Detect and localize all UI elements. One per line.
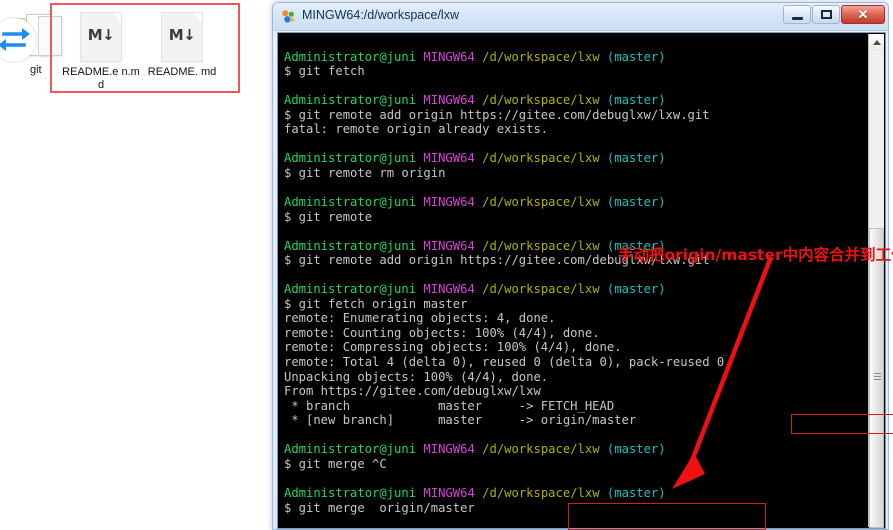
scroll-up-arrow[interactable] xyxy=(869,34,884,51)
git-folder-label: git xyxy=(30,64,42,76)
console-output-area[interactable]: Administrator@juni MINGW64 /d/workspace/… xyxy=(277,32,886,529)
terminal-window: MINGW64:/d/workspace/lxw ✕ Administrator… xyxy=(272,2,893,530)
scrollbar-grip xyxy=(874,373,881,380)
close-button[interactable]: ✕ xyxy=(841,5,885,24)
file-label: README.e n.md xyxy=(62,66,140,91)
scrollbar-thumb[interactable] xyxy=(869,228,884,528)
window-titlebar[interactable]: MINGW64:/d/workspace/lxw ✕ xyxy=(273,3,888,31)
annotation-note: 手动把origin/master中内容合并到工作区中 xyxy=(618,246,893,264)
markdown-glyph: M↓ xyxy=(87,26,115,44)
console-text: Administrator@juni MINGW64 /d/workspace/… xyxy=(284,49,725,515)
markdown-glyph: M↓ xyxy=(168,26,196,44)
markdown-file-icon: M↓ xyxy=(161,12,203,62)
minimize-button[interactable] xyxy=(783,5,811,24)
desktop-background: git M↓ README.e n.md M↓ README. md xyxy=(0,0,272,530)
sync-icon xyxy=(0,18,36,62)
close-icon: ✕ xyxy=(857,7,869,22)
list-item[interactable]: M↓ README. md xyxy=(143,12,221,79)
git-bash-icon xyxy=(281,9,296,24)
file-label: README. md xyxy=(147,66,217,78)
highlight-origin-master xyxy=(791,414,893,434)
console-scrollbar[interactable] xyxy=(868,34,884,528)
window-controls: ✕ xyxy=(783,5,885,24)
desktop-edge-filler xyxy=(889,0,893,530)
list-item[interactable]: M↓ README.e n.md xyxy=(62,12,140,92)
highlight-merge-command xyxy=(568,503,766,530)
markdown-file-icon: M↓ xyxy=(80,12,122,62)
window-title: MINGW64:/d/workspace/lxw xyxy=(302,8,459,22)
maximize-button[interactable] xyxy=(812,5,840,24)
